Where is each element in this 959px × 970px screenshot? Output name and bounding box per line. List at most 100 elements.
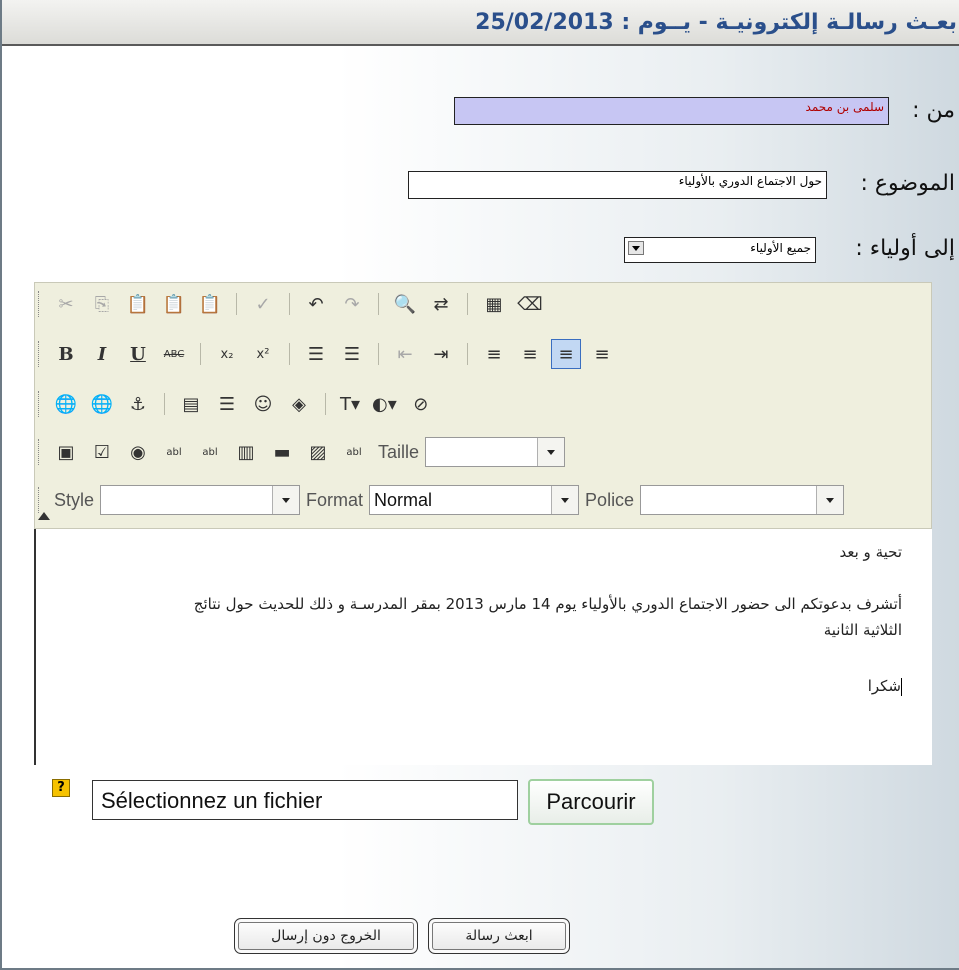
message-editor[interactable]: تحية و بعد أتشرف بدعوتكم الى حضور الاجتم…: [34, 529, 932, 765]
special-char-icon[interactable]: ◈: [284, 389, 314, 419]
subject-field[interactable]: حول الاجتماع الدوري بالأولياء: [408, 171, 827, 199]
size-select[interactable]: [425, 437, 566, 467]
chevron-down-icon[interactable]: [551, 486, 579, 514]
chevron-down-icon[interactable]: [537, 438, 565, 466]
help-icon[interactable]: ?: [52, 779, 70, 797]
editor-line-closing: شكرا: [868, 677, 902, 696]
chevron-down-icon[interactable]: [628, 241, 644, 255]
insert-link-icon[interactable]: 🌐: [51, 389, 81, 419]
smiley-icon[interactable]: ☺: [248, 389, 278, 419]
collapse-toolbar-icon[interactable]: [38, 512, 50, 520]
indent-icon[interactable]: ⇥: [426, 339, 456, 369]
bold-icon[interactable]: B: [51, 339, 81, 369]
select-all-icon[interactable]: ▦: [479, 289, 509, 319]
numbered-list-icon[interactable]: ☰: [301, 339, 331, 369]
toolbar-grip[interactable]: [38, 439, 42, 465]
editor-line-body: أتشرف بدعوتكم الى حضور الاجتماع الدوري ب…: [193, 595, 902, 613]
format-select-value: Normal: [374, 490, 433, 510]
redo-icon[interactable]: ↷: [337, 289, 367, 319]
image-button-icon[interactable]: ▨: [303, 437, 333, 467]
exit-without-sending-button[interactable]: الخروج دون إرسال: [234, 918, 418, 954]
text-color-icon[interactable]: T▾: [337, 389, 363, 419]
toolbar-separator: [200, 343, 201, 365]
background-color-icon[interactable]: ◐▾: [369, 389, 400, 419]
undo-icon[interactable]: ↶: [301, 289, 331, 319]
underline-icon[interactable]: U: [123, 339, 153, 369]
recipients-label: إلى أولياء :: [855, 236, 955, 261]
compose-message-window: بعـث رسالـة إلكترونيـة - يــوم : 25/02/2…: [0, 0, 959, 970]
toolbar-grip[interactable]: [38, 341, 42, 367]
horizontal-rule-icon[interactable]: ☰: [212, 389, 242, 419]
editor-line-closing-text: شكرا: [867, 677, 901, 695]
page-title: بعـث رسالـة إلكترونيـة - يــوم : 25/02/2…: [475, 10, 957, 35]
radio-icon[interactable]: ◉: [123, 437, 153, 467]
chevron-down-icon[interactable]: [816, 486, 844, 514]
toolbar-row-insert: 🌐 🌐 ⚓ ▤ ☰ ☺ ◈ T▾ ◐▾ ⊘: [36, 386, 439, 422]
select-field-icon[interactable]: ▥: [231, 437, 261, 467]
font-select[interactable]: [640, 485, 845, 515]
strikethrough-icon[interactable]: ABC: [159, 339, 189, 369]
toolbar-grip[interactable]: [38, 487, 42, 513]
from-field[interactable]: سلمى بن محمد: [454, 97, 889, 125]
style-label: Style: [54, 489, 95, 510]
toolbar-separator: [378, 293, 379, 315]
bulleted-list-icon[interactable]: ☰: [337, 339, 367, 369]
format-label: Format: [306, 489, 364, 510]
paste-icon[interactable]: 📋: [123, 289, 153, 319]
paste-text-icon[interactable]: 📋: [159, 289, 189, 319]
recipients-select[interactable]: جميع الأولياء: [624, 237, 816, 263]
toolbar-separator: [236, 293, 237, 315]
text-caret: [901, 677, 902, 696]
toolbar-separator: [467, 293, 468, 315]
flash-icon[interactable]: ⊘: [406, 389, 436, 419]
subscript-icon[interactable]: x₂: [212, 339, 242, 369]
file-input[interactable]: Sélectionnez un fichier: [92, 780, 518, 820]
replace-icon[interactable]: ⇄: [426, 289, 456, 319]
superscript-icon[interactable]: x²: [248, 339, 278, 369]
toolbar-row-forms: ▣ ☑ ◉ abl abl ▥ ▬ ▨ abl Taille: [36, 434, 566, 470]
style-select[interactable]: [100, 485, 301, 515]
toolbar-separator: [325, 393, 326, 415]
align-right-icon[interactable]: ≡: [551, 339, 581, 369]
italic-icon[interactable]: I: [87, 339, 117, 369]
toolbar-grip[interactable]: [38, 391, 42, 417]
form-icon[interactable]: ▣: [51, 437, 81, 467]
checkbox-icon[interactable]: ☑: [87, 437, 117, 467]
send-message-button[interactable]: ابعث رسالة: [428, 918, 570, 954]
align-justify-icon[interactable]: ≡: [587, 339, 617, 369]
toolbar-separator: [289, 293, 290, 315]
editor-line-body-continued: الثلاثية الثانية: [823, 621, 902, 639]
anchor-icon[interactable]: ⚓: [123, 389, 153, 419]
toolbar-grip[interactable]: [38, 291, 42, 317]
cut-icon[interactable]: ✂: [51, 289, 81, 319]
align-left-icon[interactable]: ≡: [479, 339, 509, 369]
paste-word-icon[interactable]: 📋: [195, 289, 225, 319]
subject-label: الموضوع :: [860, 171, 955, 196]
toolbar-separator: [289, 343, 290, 365]
spellcheck-icon[interactable]: ✓: [248, 289, 278, 319]
recipients-select-value: جميع الأولياء: [750, 241, 811, 255]
textfield-icon[interactable]: abl: [159, 437, 189, 467]
find-icon[interactable]: 🔍: [390, 289, 420, 319]
chevron-down-icon[interactable]: [272, 486, 300, 514]
align-center-icon[interactable]: ≡: [515, 339, 545, 369]
hidden-field-icon[interactable]: abl: [339, 437, 369, 467]
button-field-icon[interactable]: ▬: [267, 437, 297, 467]
remove-link-icon[interactable]: 🌐: [87, 389, 117, 419]
toolbar-row-styles: Style Format Normal Police: [36, 482, 845, 518]
toolbar-separator: [467, 343, 468, 365]
textarea-icon[interactable]: abl: [195, 437, 225, 467]
font-label: Police: [585, 489, 635, 510]
toolbar-separator: [378, 343, 379, 365]
copy-icon[interactable]: ⎘: [87, 289, 117, 319]
table-icon[interactable]: ▤: [176, 389, 206, 419]
toolbar-row-formatting: B I U ABC x₂ x² ☰ ☰ ⇤ ⇥ ≡ ≡ ≡ ≡: [36, 336, 620, 372]
outdent-icon[interactable]: ⇤: [390, 339, 420, 369]
browse-button[interactable]: Parcourir: [528, 779, 654, 825]
remove-format-icon[interactable]: ⌫: [515, 289, 545, 319]
from-label: من :: [912, 98, 955, 123]
toolbar-separator: [164, 393, 165, 415]
format-select[interactable]: Normal: [369, 485, 580, 515]
toolbar-row-clipboard: ✂ ⎘ 📋 📋 📋 ✓ ↶ ↷ 🔍 ⇄ ▦ ⌫: [36, 286, 548, 322]
title-bar: بعـث رسالـة إلكترونيـة - يــوم : 25/02/2…: [2, 0, 959, 46]
